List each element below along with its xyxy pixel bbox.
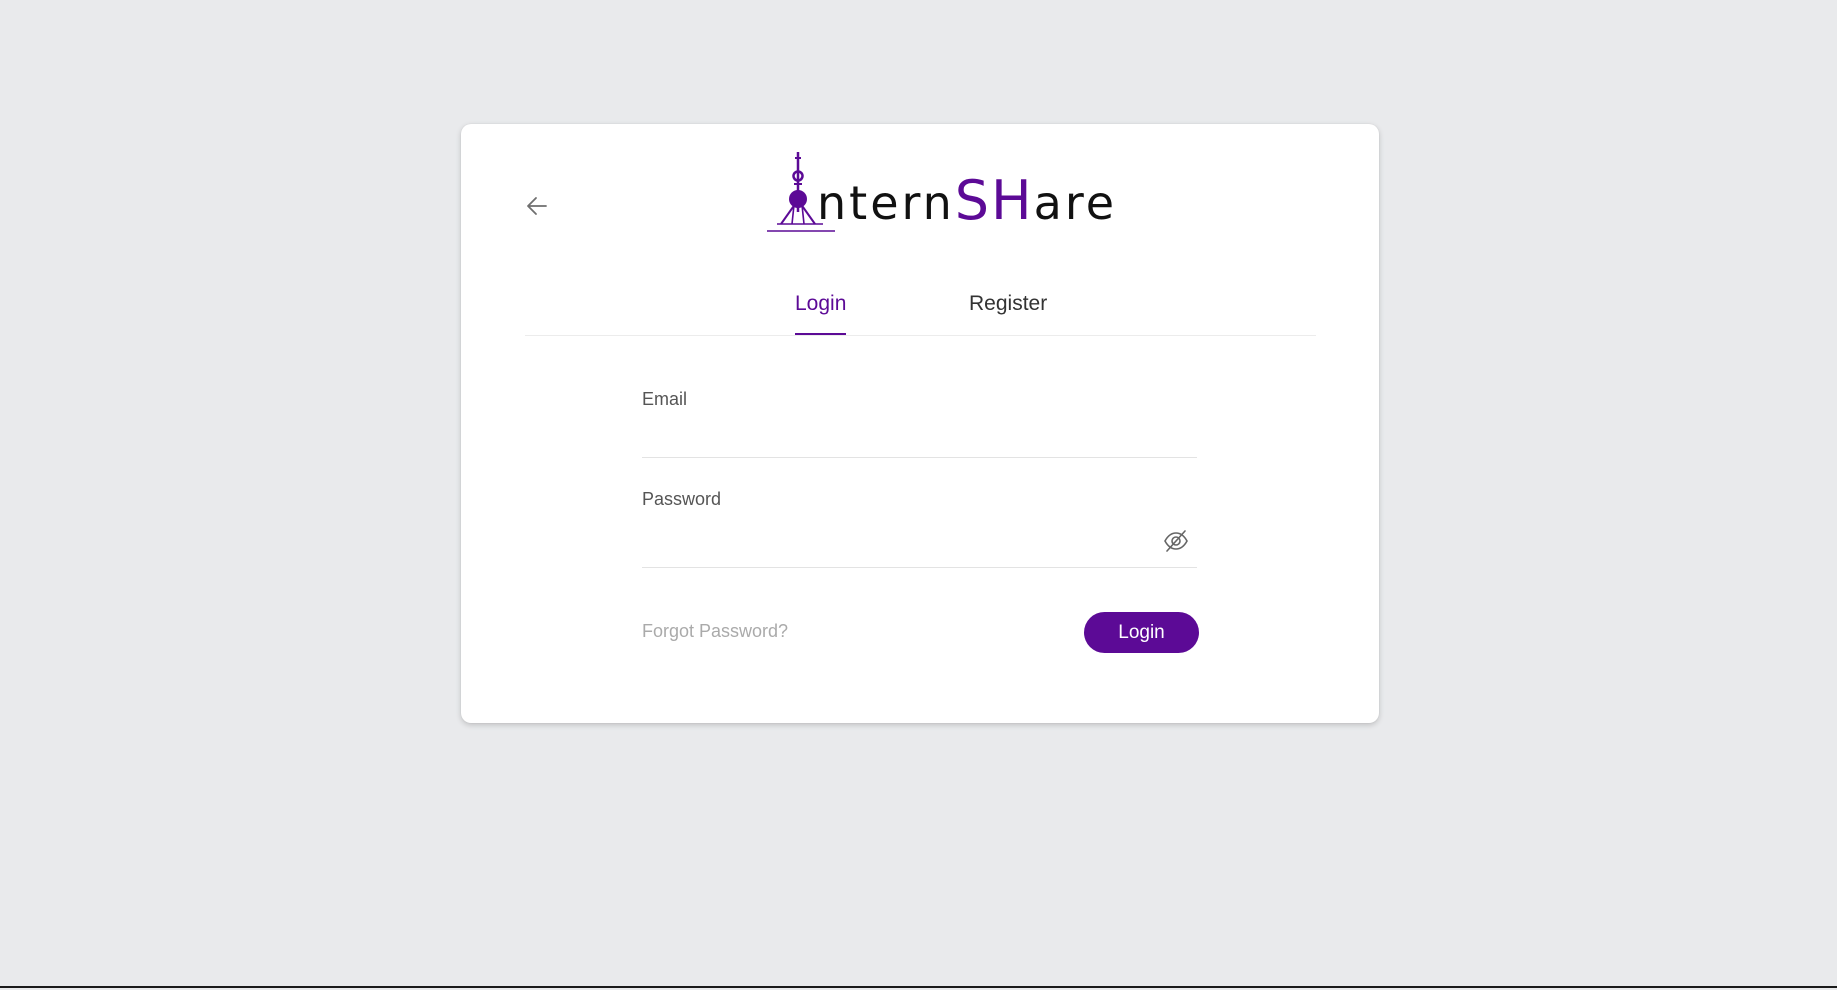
arrow-left-icon (527, 197, 547, 215)
auth-card: nternSHare Login Register Email Password… (461, 124, 1379, 723)
page: nternSHare Login Register Email Password… (0, 0, 1837, 990)
auth-tabs: Login Register (525, 282, 1316, 336)
tab-login[interactable]: Login (795, 282, 847, 335)
toggle-password-visibility-button[interactable] (1159, 524, 1193, 558)
email-label: Email (642, 389, 688, 409)
logo-wordmark: nternSHare (817, 174, 1117, 228)
password-field[interactable] (642, 519, 1197, 568)
forgot-password-link[interactable]: Forgot Password? (642, 621, 788, 642)
login-button[interactable]: Login (1084, 612, 1199, 653)
email-field[interactable] (642, 419, 1197, 458)
eye-slash-icon (1164, 530, 1188, 552)
logo-text-post: are (1033, 176, 1118, 230)
password-label: Password (642, 489, 722, 509)
tab-register[interactable]: Register (969, 282, 1047, 334)
bottom-divider (0, 986, 1837, 988)
app-logo: nternSHare (765, 150, 1114, 232)
logo-text-accent: SH (954, 169, 1034, 232)
logo-text-pre: ntern (817, 176, 955, 230)
back-button[interactable] (521, 190, 553, 222)
